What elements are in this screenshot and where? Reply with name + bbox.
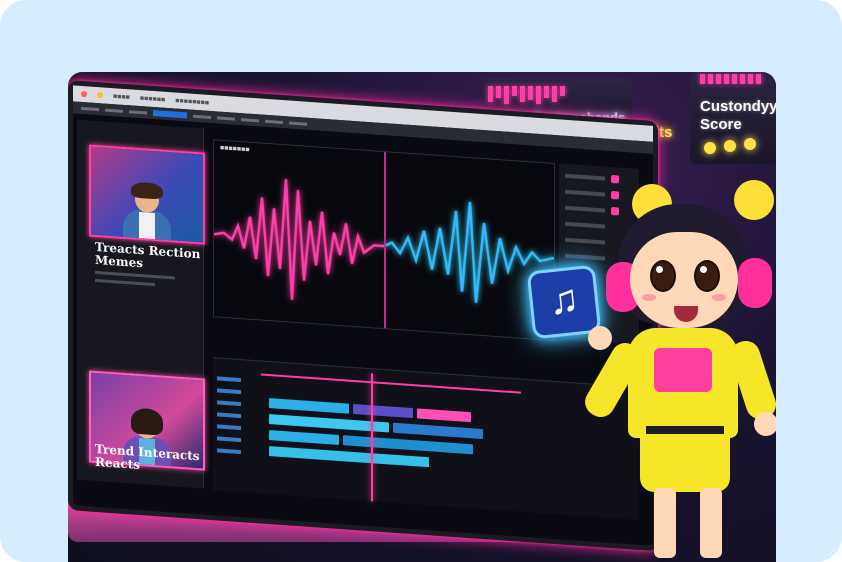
chibi-character bbox=[580, 180, 776, 562]
illustration-scene: Custmcabands Tits Custondyy Score ■■■■ ■… bbox=[68, 72, 776, 562]
character-leg bbox=[654, 488, 676, 558]
timeline-clip bbox=[269, 430, 339, 445]
waveform-viewer: ■■■■■■■ bbox=[213, 139, 555, 342]
character-mouth bbox=[674, 306, 698, 322]
text-line bbox=[95, 278, 155, 287]
media-bin-panel: Treacts Rection Memes Trend Interacts Re… bbox=[77, 119, 205, 489]
character-blush bbox=[642, 294, 656, 301]
headphones-icon bbox=[738, 258, 772, 308]
timeline-playhead bbox=[371, 373, 373, 502]
neon-bars-top bbox=[488, 86, 565, 104]
character-eye bbox=[650, 260, 676, 292]
character-belt bbox=[646, 426, 724, 434]
hair-bun bbox=[734, 180, 774, 220]
thumbnail-title: Memes bbox=[95, 252, 144, 271]
bg-light-dot bbox=[704, 142, 716, 154]
character-top bbox=[654, 348, 712, 392]
character-hand bbox=[588, 326, 612, 350]
track-controls bbox=[217, 376, 257, 463]
tab-placeholder: ■■■■■■ bbox=[139, 94, 166, 104]
reactor-figure bbox=[123, 181, 171, 245]
viewer-label: ■■■■■■■ bbox=[220, 144, 250, 154]
character-hand bbox=[754, 412, 776, 436]
character-face bbox=[630, 232, 738, 328]
text-line bbox=[95, 270, 175, 280]
timeline-clip bbox=[417, 408, 471, 423]
timeline-clip bbox=[343, 435, 473, 455]
character-shorts bbox=[640, 430, 730, 492]
window-dot-icon bbox=[81, 90, 87, 98]
bg-light-dot bbox=[744, 138, 756, 150]
character-blush bbox=[712, 294, 726, 301]
tab-placeholder: ■■■■■■■■ bbox=[175, 97, 210, 107]
tab-placeholder: ■■■■ bbox=[113, 92, 130, 101]
timeline-ruler bbox=[261, 373, 521, 394]
neon-bars-score bbox=[700, 74, 761, 84]
timeline-clip bbox=[393, 422, 483, 440]
character-eye bbox=[694, 260, 720, 292]
playhead bbox=[384, 152, 386, 329]
timeline-clip bbox=[353, 403, 413, 419]
bg-light-dot bbox=[724, 140, 736, 152]
video-thumbnail bbox=[89, 144, 205, 245]
window-dot-icon bbox=[97, 92, 103, 99]
image-frame: Custmcabands Tits Custondyy Score ■■■■ ■… bbox=[0, 0, 842, 562]
character-leg bbox=[700, 488, 722, 558]
timeline-panel bbox=[213, 357, 639, 520]
bg-sign-custom-score-2: Score bbox=[700, 116, 742, 133]
bg-sign-custom-score-1: Custondyy bbox=[700, 98, 776, 115]
thumbnail-title: Reacts bbox=[95, 454, 140, 473]
timeline-clip bbox=[269, 398, 349, 414]
